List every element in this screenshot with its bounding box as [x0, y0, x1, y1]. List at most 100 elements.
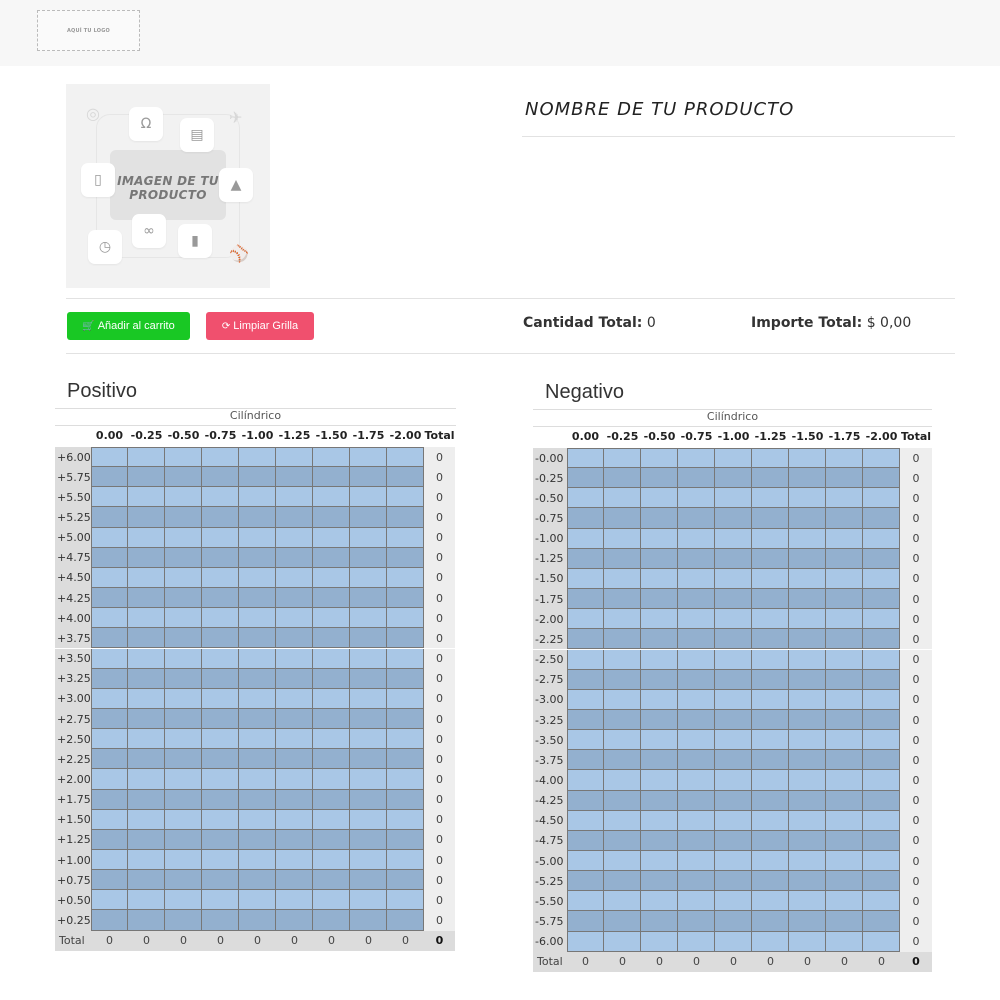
- quantity-cell[interactable]: [567, 468, 604, 489]
- quantity-cell[interactable]: [826, 669, 863, 690]
- quantity-cell[interactable]: [752, 609, 789, 630]
- quantity-cell[interactable]: [567, 891, 604, 912]
- quantity-cell[interactable]: [313, 447, 350, 468]
- quantity-cell[interactable]: [276, 567, 313, 589]
- quantity-cell[interactable]: [165, 910, 202, 931]
- quantity-cell[interactable]: [165, 789, 202, 810]
- quantity-cell[interactable]: [202, 447, 239, 468]
- quantity-cell[interactable]: [313, 910, 350, 931]
- quantity-cell[interactable]: [863, 871, 900, 892]
- quantity-cell[interactable]: [604, 770, 641, 791]
- quantity-cell[interactable]: [641, 508, 678, 529]
- quantity-cell[interactable]: [313, 809, 350, 830]
- quantity-cell[interactable]: [387, 668, 424, 689]
- quantity-cell[interactable]: [128, 708, 165, 730]
- quantity-cell[interactable]: [604, 851, 641, 872]
- quantity-cell[interactable]: [165, 648, 202, 669]
- quantity-cell[interactable]: [826, 508, 863, 529]
- quantity-cell[interactable]: [678, 568, 715, 590]
- quantity-cell[interactable]: [678, 649, 715, 670]
- quantity-cell[interactable]: [863, 528, 900, 549]
- quantity-cell[interactable]: [387, 527, 424, 548]
- quantity-cell[interactable]: [128, 447, 165, 468]
- quantity-cell[interactable]: [604, 750, 641, 771]
- quantity-cell[interactable]: [641, 589, 678, 610]
- quantity-cell[interactable]: [863, 689, 900, 710]
- quantity-cell[interactable]: [91, 487, 128, 508]
- quantity-cell[interactable]: [91, 668, 128, 689]
- quantity-cell[interactable]: [202, 708, 239, 730]
- quantity-cell[interactable]: [863, 669, 900, 690]
- quantity-cell[interactable]: [863, 448, 900, 469]
- quantity-cell[interactable]: [567, 770, 604, 791]
- quantity-cell[interactable]: [567, 609, 604, 630]
- quantity-cell[interactable]: [789, 468, 826, 489]
- quantity-cell[interactable]: [567, 589, 604, 610]
- quantity-cell[interactable]: [128, 729, 165, 750]
- quantity-cell[interactable]: [715, 689, 752, 710]
- quantity-cell[interactable]: [165, 749, 202, 770]
- quantity-cell[interactable]: [604, 548, 641, 569]
- quantity-cell[interactable]: [789, 810, 826, 831]
- quantity-cell[interactable]: [752, 709, 789, 731]
- quantity-cell[interactable]: [276, 608, 313, 629]
- quantity-cell[interactable]: [239, 910, 276, 931]
- quantity-cell[interactable]: [387, 708, 424, 730]
- quantity-cell[interactable]: [863, 730, 900, 751]
- quantity-cell[interactable]: [387, 688, 424, 709]
- quantity-cell[interactable]: [826, 750, 863, 771]
- quantity-cell[interactable]: [202, 608, 239, 629]
- quantity-cell[interactable]: [165, 447, 202, 468]
- quantity-cell[interactable]: [641, 730, 678, 751]
- quantity-cell[interactable]: [789, 871, 826, 892]
- quantity-cell[interactable]: [678, 730, 715, 751]
- quantity-cell[interactable]: [641, 669, 678, 690]
- quantity-cell[interactable]: [165, 850, 202, 871]
- quantity-cell[interactable]: [350, 588, 387, 609]
- quantity-cell[interactable]: [641, 448, 678, 469]
- quantity-cell[interactable]: [567, 528, 604, 549]
- quantity-cell[interactable]: [165, 588, 202, 609]
- quantity-cell[interactable]: [276, 829, 313, 850]
- quantity-cell[interactable]: [715, 468, 752, 489]
- quantity-cell[interactable]: [641, 871, 678, 892]
- quantity-cell[interactable]: [715, 669, 752, 690]
- quantity-cell[interactable]: [91, 729, 128, 750]
- quantity-cell[interactable]: [789, 730, 826, 751]
- quantity-cell[interactable]: [826, 891, 863, 912]
- quantity-cell[interactable]: [678, 931, 715, 952]
- quantity-cell[interactable]: [826, 589, 863, 610]
- quantity-cell[interactable]: [715, 770, 752, 791]
- quantity-cell[interactable]: [567, 709, 604, 731]
- quantity-cell[interactable]: [350, 789, 387, 810]
- quantity-cell[interactable]: [239, 708, 276, 730]
- quantity-cell[interactable]: [387, 749, 424, 770]
- quantity-cell[interactable]: [313, 729, 350, 750]
- quantity-cell[interactable]: [863, 931, 900, 952]
- quantity-cell[interactable]: [863, 750, 900, 771]
- quantity-cell[interactable]: [313, 850, 350, 871]
- quantity-cell[interactable]: [350, 829, 387, 850]
- quantity-cell[interactable]: [678, 448, 715, 469]
- quantity-cell[interactable]: [387, 729, 424, 750]
- quantity-cell[interactable]: [715, 790, 752, 811]
- quantity-cell[interactable]: [202, 467, 239, 488]
- quantity-cell[interactable]: [276, 729, 313, 750]
- quantity-cell[interactable]: [863, 609, 900, 630]
- quantity-cell[interactable]: [239, 829, 276, 850]
- quantity-cell[interactable]: [752, 589, 789, 610]
- quantity-cell[interactable]: [239, 769, 276, 790]
- quantity-cell[interactable]: [239, 608, 276, 629]
- quantity-cell[interactable]: [276, 467, 313, 488]
- quantity-cell[interactable]: [752, 508, 789, 529]
- quantity-cell[interactable]: [567, 689, 604, 710]
- quantity-cell[interactable]: [826, 810, 863, 831]
- quantity-cell[interactable]: [313, 648, 350, 669]
- quantity-cell[interactable]: [789, 689, 826, 710]
- quantity-cell[interactable]: [604, 790, 641, 811]
- quantity-cell[interactable]: [641, 911, 678, 932]
- quantity-cell[interactable]: [313, 829, 350, 850]
- quantity-cell[interactable]: [239, 467, 276, 488]
- quantity-cell[interactable]: [387, 910, 424, 931]
- quantity-cell[interactable]: [165, 507, 202, 528]
